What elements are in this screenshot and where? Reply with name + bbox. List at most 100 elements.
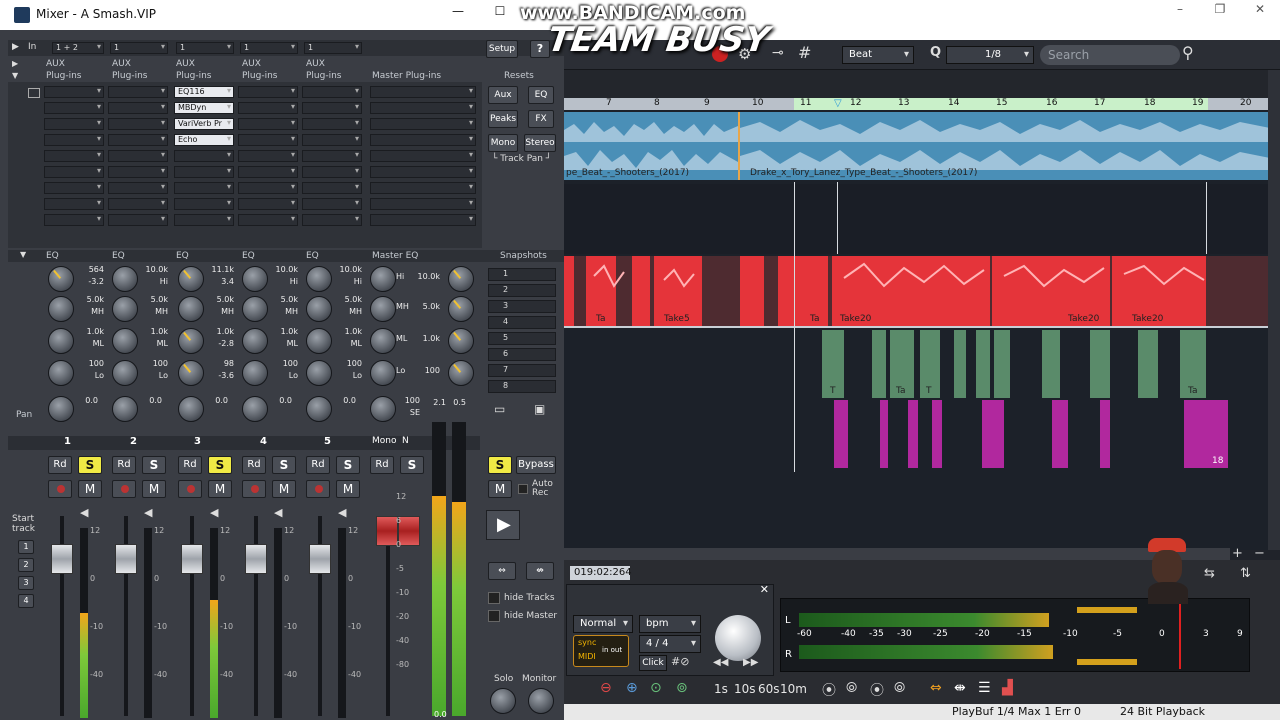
- tool-icon[interactable]: ⦾: [894, 680, 905, 696]
- master-eq-hi-gain-knob[interactable]: [448, 266, 474, 292]
- plugin-slot[interactable]: [238, 118, 298, 130]
- plugin-slot[interactable]: [302, 86, 362, 98]
- eq-ml-knob[interactable]: [112, 328, 138, 354]
- eq-ml-knob[interactable]: [242, 328, 268, 354]
- zoom-out-icon[interactable]: −: [1254, 546, 1265, 561]
- eq-mh-knob[interactable]: [178, 296, 204, 322]
- eye-icon[interactable]: ⊙: [650, 680, 662, 696]
- eq-ml-knob[interactable]: [48, 328, 74, 354]
- plugin-slot[interactable]: [44, 150, 104, 162]
- solo-button[interactable]: S: [272, 456, 296, 474]
- plugin-slot[interactable]: [108, 214, 168, 226]
- expand-icon[interactable]: ▶: [12, 42, 19, 52]
- audio-clip[interactable]: [880, 400, 888, 468]
- eq-lo-knob[interactable]: [48, 360, 74, 386]
- snapshot-slot[interactable]: 4: [488, 316, 556, 329]
- monitor-volume-knob[interactable]: [528, 688, 554, 714]
- master-solo-button[interactable]: S: [488, 456, 512, 474]
- plugin-slot[interactable]: [302, 182, 362, 194]
- audio-clip[interactable]: Ta: [778, 256, 828, 326]
- solo-volume-knob[interactable]: [490, 688, 516, 714]
- master-fader-left[interactable]: [376, 516, 398, 546]
- plugin-slot[interactable]: [44, 214, 104, 226]
- volume-fader[interactable]: [309, 544, 331, 574]
- plugin-slot-active[interactable]: EQ116: [174, 86, 234, 98]
- audio-clip[interactable]: [564, 256, 574, 326]
- audio-clip[interactable]: [1052, 400, 1068, 468]
- record-mode-icon[interactable]: ⊖: [600, 680, 612, 696]
- master-eq-mh-gain-knob[interactable]: [448, 296, 474, 322]
- plugin-slot[interactable]: [108, 86, 168, 98]
- timeline-ruler[interactable]: 7 8 9 10 11 12 13 14 15 16 17 18 19 20 ▽: [564, 98, 1268, 110]
- plugin-slot[interactable]: [302, 214, 362, 226]
- master-plugin-slot[interactable]: [370, 150, 476, 162]
- input-select[interactable]: 1 + 2: [52, 42, 104, 54]
- audio-clip[interactable]: [908, 400, 918, 468]
- master-eq-hi-knob[interactable]: [370, 266, 396, 292]
- master-plugin-slot[interactable]: [370, 134, 476, 146]
- reset-fx-button[interactable]: FX: [528, 110, 554, 128]
- grid-icon[interactable]: #: [798, 43, 811, 62]
- fit-horizontal-icon[interactable]: ⇔: [930, 680, 942, 696]
- rewind-icon[interactable]: ◀◀: [713, 657, 728, 668]
- mono-button[interactable]: Mono: [488, 134, 518, 152]
- audio-clip[interactable]: T: [822, 330, 844, 398]
- audio-clip[interactable]: [982, 400, 1004, 468]
- audio-clip[interactable]: Drake_x_Tory_Lanez_Type_Beat_-_Shooters_…: [738, 112, 1270, 180]
- pan-knob[interactable]: [48, 396, 74, 422]
- input-select[interactable]: 1: [110, 42, 168, 54]
- jog-wheel[interactable]: [715, 615, 761, 661]
- tool-icon[interactable]: ⦿: [870, 680, 884, 700]
- zoom-60s[interactable]: 60s: [758, 682, 780, 696]
- record-arm-button[interactable]: [178, 480, 202, 498]
- mode-dropdown[interactable]: Normal: [573, 615, 633, 633]
- master-plugin-slot[interactable]: [370, 214, 476, 226]
- position-icon[interactable]: ⊚: [676, 680, 688, 696]
- master-solo-button[interactable]: S: [400, 456, 424, 474]
- fx-track-lane[interactable]: 18: [564, 400, 1268, 468]
- expand-icon[interactable]: ▶: [12, 59, 18, 68]
- plugin-slot[interactable]: [238, 166, 298, 178]
- reset-eq-button[interactable]: EQ: [528, 86, 554, 104]
- eq-lo-knob[interactable]: [306, 360, 332, 386]
- play-button[interactable]: ▶: [486, 510, 520, 540]
- master-plugin-slot[interactable]: [370, 166, 476, 178]
- mute-button[interactable]: M: [272, 480, 296, 498]
- plugin-slot[interactable]: [238, 214, 298, 226]
- pan-knob[interactable]: [112, 396, 138, 422]
- track-area[interactable]: pe_Beat_-_Shooters_(2017) Drake_x_Tory_L…: [564, 110, 1270, 550]
- eq-mh-knob[interactable]: [242, 296, 268, 322]
- audio-clip[interactable]: Ta: [1180, 330, 1206, 398]
- plugin-slot[interactable]: [44, 182, 104, 194]
- search-input[interactable]: Search: [1040, 45, 1180, 65]
- master-plugin-slot[interactable]: [370, 198, 476, 210]
- restore-icon[interactable]: ❐: [1200, 0, 1240, 20]
- speaker-icon[interactable]: ◀: [274, 506, 282, 519]
- tool-icon[interactable]: ⦾: [846, 680, 857, 696]
- audio-clip[interactable]: pe_Beat_-_Shooters_(2017): [564, 112, 738, 180]
- reset-peaks-button[interactable]: Peaks: [488, 110, 518, 128]
- audio-clip[interactable]: 18: [1184, 400, 1228, 468]
- solo-button[interactable]: S: [78, 456, 102, 474]
- eq-hi-knob[interactable]: [178, 266, 204, 292]
- eq-hi-knob[interactable]: [306, 266, 332, 292]
- beat-track-lane[interactable]: pe_Beat_-_Shooters_(2017) Drake_x_Tory_L…: [564, 112, 1270, 180]
- master-eq-ml-knob[interactable]: [370, 328, 396, 354]
- horizontal-scrollbar[interactable]: [564, 548, 1230, 560]
- audio-clip[interactable]: Take5: [654, 256, 702, 326]
- bypass-button[interactable]: Bypass: [516, 456, 556, 474]
- plugin-slot[interactable]: [302, 166, 362, 178]
- mute-button[interactable]: M: [142, 480, 166, 498]
- reset-aux-button[interactable]: Aux: [488, 86, 518, 104]
- plugin-slot[interactable]: [238, 86, 298, 98]
- eq-ml-knob[interactable]: [306, 328, 332, 354]
- plugin-slot[interactable]: [302, 102, 362, 114]
- sync-panel[interactable]: sync MIDI in out: [573, 635, 629, 667]
- master-eq-ml-gain-knob[interactable]: [448, 328, 474, 354]
- snapshot-slot[interactable]: 3: [488, 300, 556, 313]
- plugin-slot[interactable]: [44, 86, 104, 98]
- audio-clip[interactable]: [1042, 330, 1060, 398]
- audio-clip[interactable]: [994, 330, 1010, 398]
- eq-mh-knob[interactable]: [112, 296, 138, 322]
- eq-mh-knob[interactable]: [48, 296, 74, 322]
